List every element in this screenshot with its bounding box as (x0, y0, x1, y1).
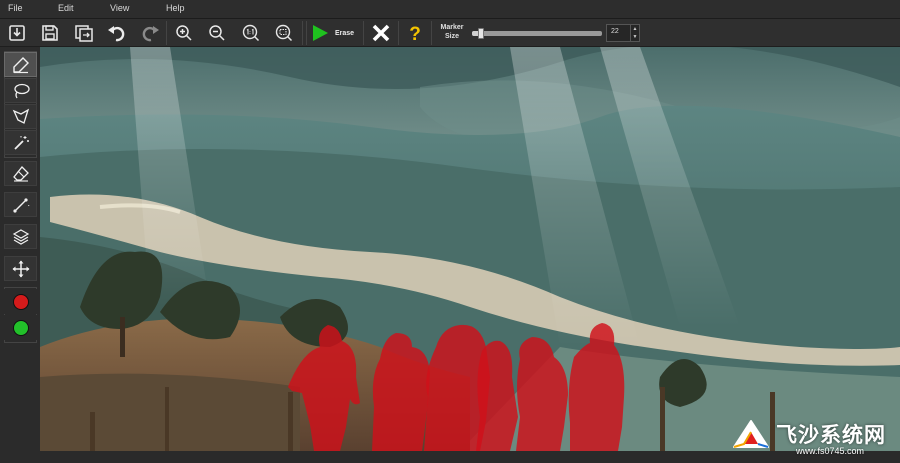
marker-size-spinbox[interactable]: 22 ▲ ▼ (606, 24, 640, 42)
toolbar-separator (431, 21, 432, 45)
lasso-icon (13, 83, 30, 98)
close-icon (372, 24, 390, 42)
fit-to-window-icon (275, 24, 293, 42)
image-canvas[interactable] (40, 47, 900, 451)
zoom-out-icon (209, 25, 225, 41)
marker-size-value[interactable]: 22 (611, 28, 619, 35)
save-icon (42, 25, 58, 41)
eraser-icon (12, 165, 29, 182)
erase-button[interactable]: Erase (306, 21, 364, 45)
green-marker-color[interactable] (4, 315, 37, 340)
toolbar: Erase ? Marker Size 22 ▲ ▼ (0, 19, 900, 47)
redo-button[interactable] (137, 21, 163, 45)
open-icon (9, 25, 25, 41)
zoom-out-button[interactable] (204, 21, 230, 45)
line-tool[interactable] (4, 192, 37, 217)
menu-bar: File Edit View Help (0, 0, 900, 19)
toolbar-separator (166, 21, 167, 45)
actual-size-button[interactable] (238, 21, 264, 45)
save-button[interactable] (37, 21, 63, 45)
cancel-button[interactable] (368, 21, 394, 45)
polygon-lasso-icon (12, 108, 29, 124)
spin-buttons[interactable]: ▲ ▼ (630, 25, 639, 41)
line-icon (12, 197, 29, 213)
spin-down-icon[interactable]: ▼ (631, 33, 639, 41)
zoom-in-icon (176, 25, 192, 41)
move-icon (12, 260, 29, 277)
watermark-logo-icon (733, 420, 769, 448)
open-button[interactable] (4, 21, 30, 45)
erase-label: Erase (335, 29, 355, 37)
actual-size-icon (242, 24, 260, 42)
eraser-tool[interactable] (4, 161, 37, 186)
magic-wand-icon (13, 135, 29, 150)
red-circle-icon (12, 293, 29, 310)
layers-icon (12, 228, 29, 245)
move-tool[interactable] (4, 256, 37, 281)
watermark-text: 飞沙系统网 (776, 424, 886, 447)
spin-up-icon[interactable]: ▲ (631, 25, 639, 33)
zoom-in-button[interactable] (171, 21, 197, 45)
watermark-url: www.fs0745.com (796, 446, 865, 456)
help-button[interactable]: ? (402, 21, 428, 45)
svg-text:?: ? (409, 24, 421, 43)
export-icon (75, 25, 93, 42)
menu-help[interactable]: Help (166, 3, 185, 13)
tool-panel (0, 47, 40, 463)
watermark: 飞沙系统网 www.fs0745.com (726, 413, 900, 463)
polygon-lasso-tool[interactable] (4, 104, 37, 129)
lasso-tool[interactable] (4, 78, 37, 103)
help-icon: ? (409, 24, 421, 43)
undo-button[interactable] (104, 21, 130, 45)
menu-view[interactable]: View (110, 3, 129, 13)
export-button[interactable] (71, 21, 97, 45)
landscape-photo (40, 47, 900, 451)
fit-to-window-button[interactable] (271, 21, 297, 45)
marker-pen-icon (12, 56, 29, 73)
undo-icon (108, 26, 125, 42)
marker-tool[interactable] (4, 52, 37, 77)
toolbar-separator (302, 21, 303, 45)
red-marker-color[interactable] (4, 289, 37, 314)
marker-size-slider[interactable] (472, 28, 602, 39)
menu-edit[interactable]: Edit (58, 3, 74, 13)
layers-tool[interactable] (4, 224, 37, 249)
magic-wand-tool[interactable] (4, 130, 37, 155)
menu-file[interactable]: File (8, 3, 23, 13)
toolbar-separator (398, 21, 399, 45)
app-window: File Edit View Help Erase ? Marker Size … (0, 0, 900, 463)
slider-thumb[interactable] (478, 28, 484, 39)
marker-size-label: Marker Size (440, 24, 464, 40)
green-circle-icon (12, 319, 29, 336)
play-icon (313, 25, 328, 41)
redo-icon (142, 26, 159, 42)
